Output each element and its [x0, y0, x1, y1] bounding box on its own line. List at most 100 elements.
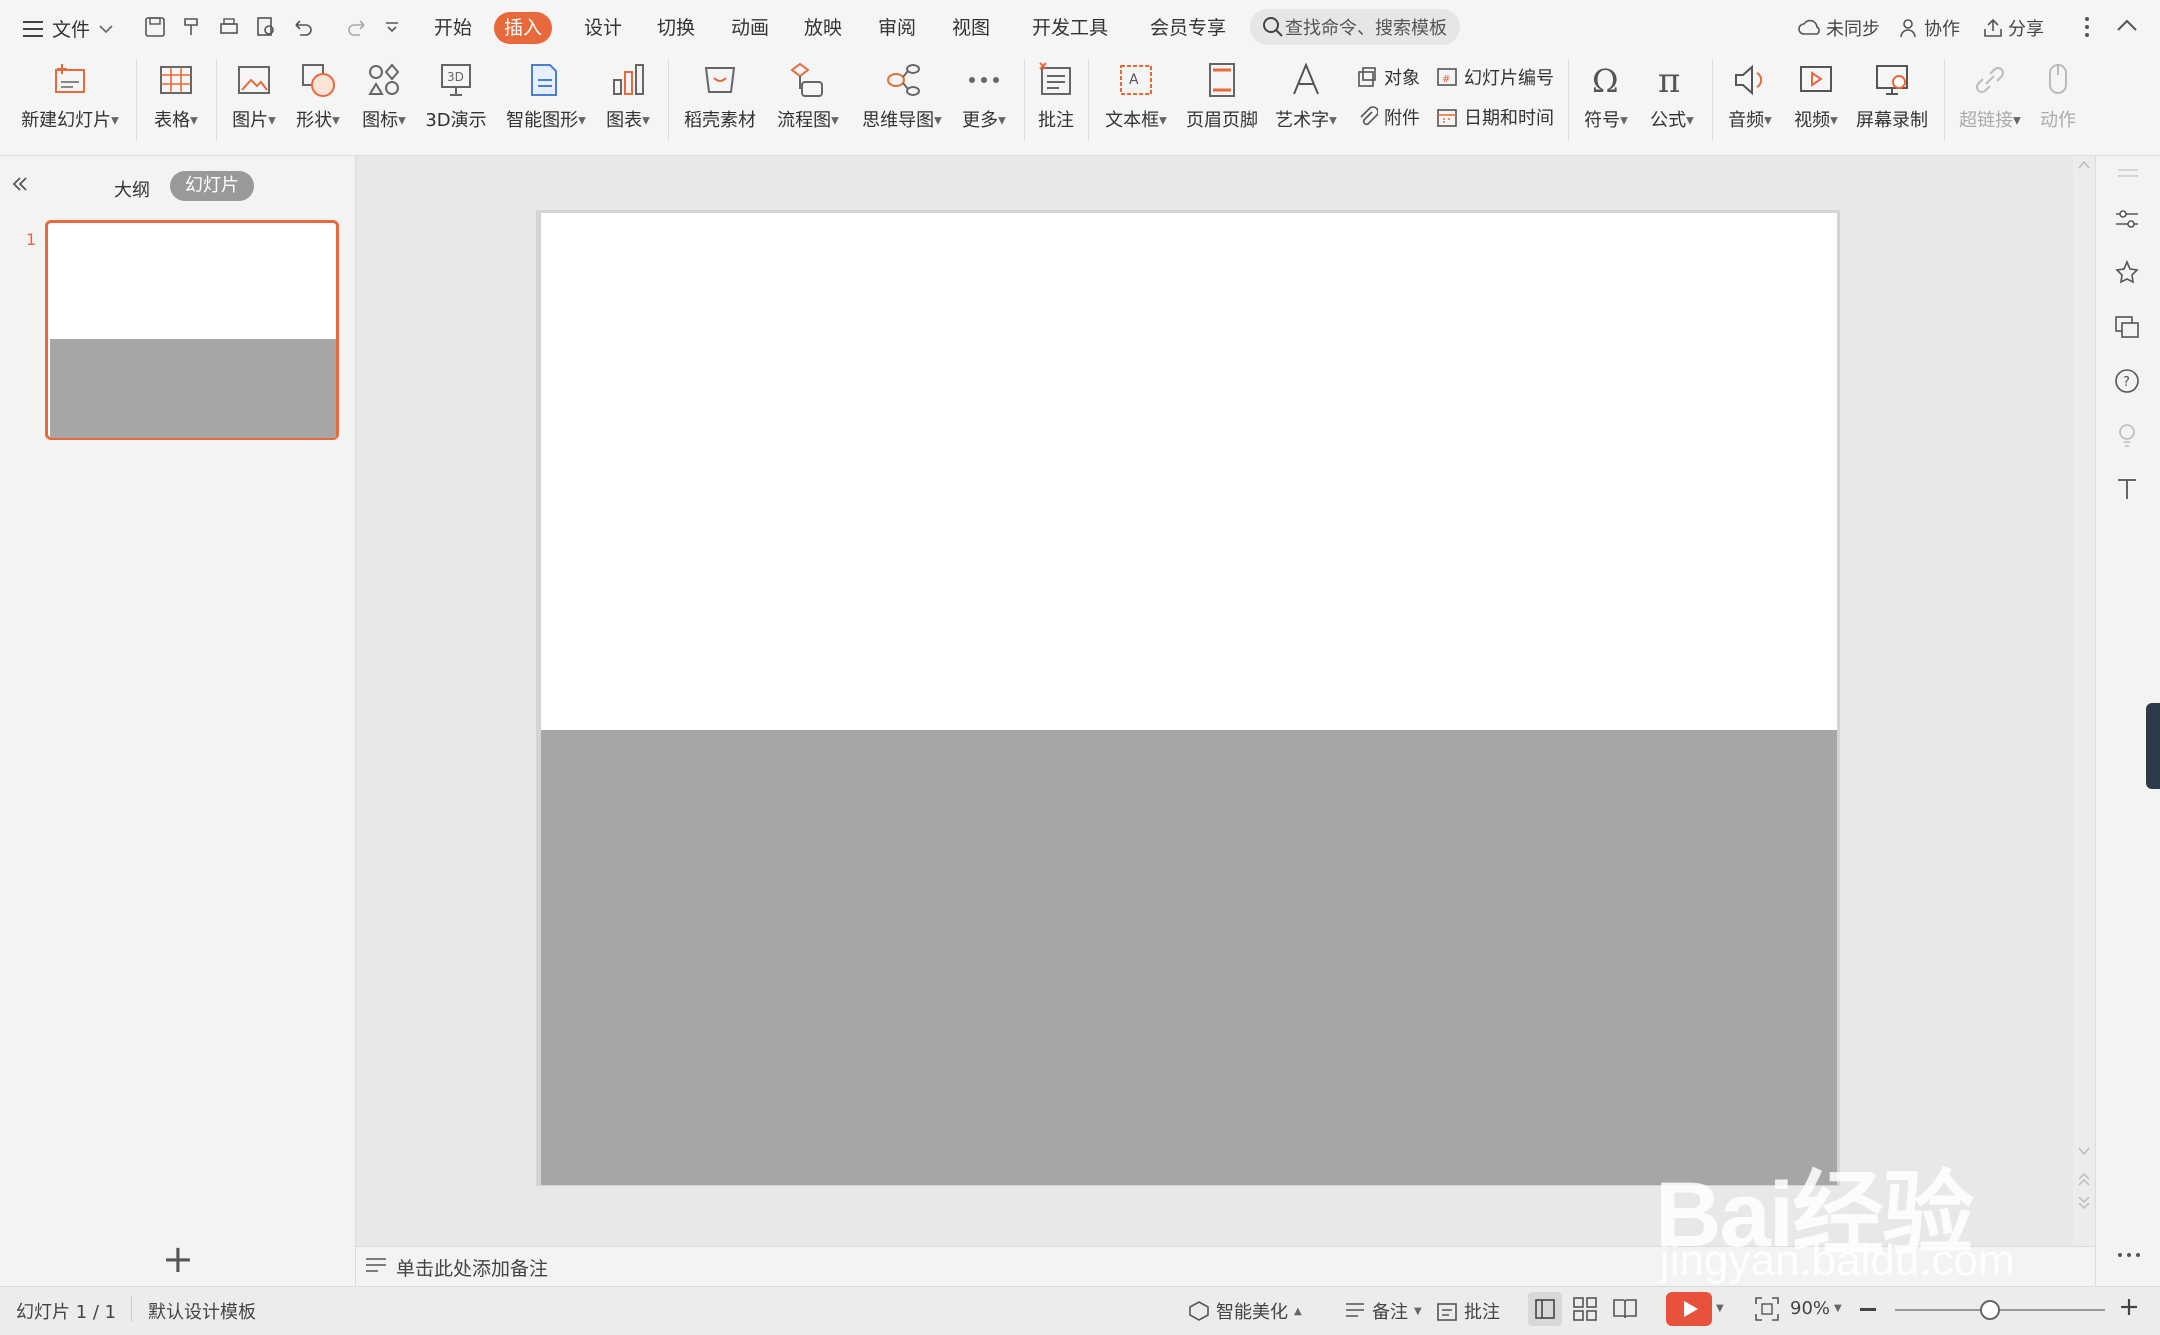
- ribbon-divider: [216, 60, 217, 140]
- template-name[interactable]: 默认设计模板: [148, 1298, 256, 1324]
- thumbnail-top-area: [50, 225, 336, 339]
- scroll-up-icon[interactable]: [2078, 160, 2090, 170]
- slide-canvas[interactable]: [541, 213, 1837, 730]
- new-slide-button[interactable]: 新建幻灯片▼: [16, 60, 124, 132]
- attachment-button[interactable]: 附件: [1356, 104, 1420, 130]
- chart-button[interactable]: 图表▼: [600, 60, 656, 132]
- tab-slideshow[interactable]: 放映: [794, 12, 852, 44]
- zoom-options-caret[interactable]: ▼: [1834, 1303, 1842, 1314]
- tab-home[interactable]: 开始: [424, 12, 482, 44]
- prev-slide-icon[interactable]: [2078, 1172, 2090, 1186]
- textbox-button[interactable]: A 文本框▼: [1100, 60, 1172, 132]
- add-slide-button[interactable]: +: [162, 1240, 194, 1278]
- picture-button[interactable]: 图片▼: [226, 60, 282, 132]
- print-preview-icon[interactable]: [251, 12, 281, 42]
- icon-label: 图标: [362, 110, 399, 131]
- video-button[interactable]: 视频▼: [1788, 60, 1844, 132]
- object-button[interactable]: 对象: [1356, 64, 1420, 90]
- tab-animation[interactable]: 动画: [721, 12, 779, 44]
- tab-member[interactable]: 会员专享: [1140, 12, 1236, 44]
- mindmap-label: 思维导图: [862, 110, 935, 131]
- help-icon[interactable]: ?: [2112, 366, 2142, 396]
- zoom-level[interactable]: 90%: [1790, 1298, 1830, 1319]
- comment-button[interactable]: 批注: [1036, 60, 1076, 132]
- print-icon[interactable]: [214, 12, 244, 42]
- vertical-scrollbar[interactable]: [2073, 156, 2095, 1246]
- collab-button[interactable]: 协作: [1898, 15, 1960, 41]
- text-style-icon[interactable]: [2112, 474, 2142, 504]
- slide-sorter-view-icon[interactable]: [1572, 1296, 1598, 1322]
- header-footer-button[interactable]: 页眉页脚: [1184, 60, 1260, 132]
- tab-transition[interactable]: 切换: [647, 12, 705, 44]
- daoke-material-button[interactable]: 稻壳素材: [680, 60, 760, 132]
- baidu-watermark-url: jingyan.baidu.com: [1660, 1236, 2015, 1285]
- tab-developer[interactable]: 开发工具: [1022, 12, 1118, 44]
- comments-toggle-button[interactable]: 批注: [1436, 1298, 1500, 1324]
- smart-beautify-button[interactable]: 智能美化 ▲: [1188, 1298, 1302, 1324]
- audio-button[interactable]: 音频▼: [1722, 60, 1778, 132]
- action-button: 动作: [2034, 60, 2082, 132]
- collapse-ribbon-icon[interactable]: [2115, 15, 2139, 37]
- smart-graphic-icon: [526, 60, 566, 100]
- table-button[interactable]: 表格▼: [148, 60, 204, 132]
- gray-rectangle-shape[interactable]: [541, 730, 1837, 1185]
- new-slide-label: 新建幻灯片: [21, 110, 112, 131]
- sync-button[interactable]: 未同步: [1798, 15, 1880, 41]
- zoom-in-button[interactable]: [2118, 1296, 2140, 1318]
- zoom-slider-handle[interactable]: [1979, 1300, 2000, 1320]
- slide-number-button[interactable]: # 幻灯片编号: [1436, 64, 1554, 90]
- play-options-caret[interactable]: ▼: [1716, 1303, 1724, 1314]
- datetime-button[interactable]: 日期和时间: [1436, 104, 1554, 130]
- save-icon[interactable]: [140, 12, 170, 42]
- smart-graphic-button[interactable]: 智能图形▼: [500, 60, 592, 132]
- format-painter-icon[interactable]: [177, 12, 207, 42]
- share-label: 分享: [2008, 19, 2044, 40]
- normal-view-button[interactable]: [1528, 1292, 1562, 1326]
- undo-icon[interactable]: [288, 12, 318, 42]
- flowchart-button[interactable]: 流程图▼: [770, 60, 846, 132]
- tab-design[interactable]: 设计: [574, 12, 632, 44]
- tab-insert[interactable]: 插入: [494, 12, 553, 44]
- next-slide-icon[interactable]: [2078, 1196, 2090, 1210]
- 3d-demo-button[interactable]: 3D 3D演示: [420, 60, 492, 132]
- hyperlink-label: 超链接: [1959, 110, 2014, 131]
- hyperlink-button: 超链接▼: [1954, 60, 2026, 132]
- formula-button[interactable]: π 公式▼: [1644, 60, 1700, 132]
- screen-record-button[interactable]: 屏幕录制: [1852, 60, 1932, 132]
- more-button[interactable]: 更多▼: [956, 60, 1012, 132]
- symbol-button[interactable]: Ω 符号▼: [1578, 60, 1634, 132]
- fit-window-icon[interactable]: [1754, 1296, 1780, 1322]
- share-button[interactable]: 分享: [1982, 15, 2044, 41]
- magic-star-icon[interactable]: [2112, 258, 2142, 288]
- beautify-icon: [1188, 1300, 1210, 1322]
- more-vertical-icon[interactable]: [2082, 14, 2092, 40]
- lightbulb-icon[interactable]: [2112, 420, 2142, 450]
- mindmap-button[interactable]: 思维导图▼: [856, 60, 948, 132]
- share-icon: [1982, 17, 2004, 39]
- tab-slides[interactable]: 幻灯片: [170, 171, 254, 201]
- comment-label: 批注: [1038, 110, 1074, 131]
- tab-review[interactable]: 审阅: [868, 12, 926, 44]
- more-horizontal-icon[interactable]: [2116, 1250, 2142, 1260]
- tab-outline[interactable]: 大纲: [114, 176, 150, 202]
- redo-icon[interactable]: [342, 12, 372, 42]
- tab-view[interactable]: 视图: [942, 12, 1000, 44]
- shape-button[interactable]: 形状▼: [290, 60, 346, 132]
- icon-button[interactable]: 图标▼: [356, 60, 412, 132]
- svg-text:#: #: [1442, 74, 1450, 85]
- slide-transition-icon[interactable]: [2112, 312, 2142, 342]
- file-menu[interactable]: 文件: [22, 15, 114, 42]
- scroll-down-icon[interactable]: [2078, 1146, 2090, 1156]
- zoom-slider[interactable]: [1895, 1309, 2105, 1311]
- collapse-panel-icon[interactable]: [10, 174, 30, 194]
- properties-icon[interactable]: [2112, 204, 2142, 234]
- customize-toolbar-icon[interactable]: [377, 12, 407, 42]
- notes-toggle-button[interactable]: 备注 ▼: [1344, 1298, 1422, 1324]
- floating-widget-tab[interactable]: [2146, 703, 2160, 789]
- action-label: 动作: [2040, 110, 2076, 131]
- object-icon: [1356, 66, 1378, 88]
- reading-view-icon[interactable]: [1612, 1296, 1638, 1322]
- zoom-out-button[interactable]: [1860, 1308, 1876, 1311]
- wordart-button[interactable]: 艺术字▼: [1270, 60, 1342, 132]
- screen-record-icon: [1872, 60, 1912, 100]
